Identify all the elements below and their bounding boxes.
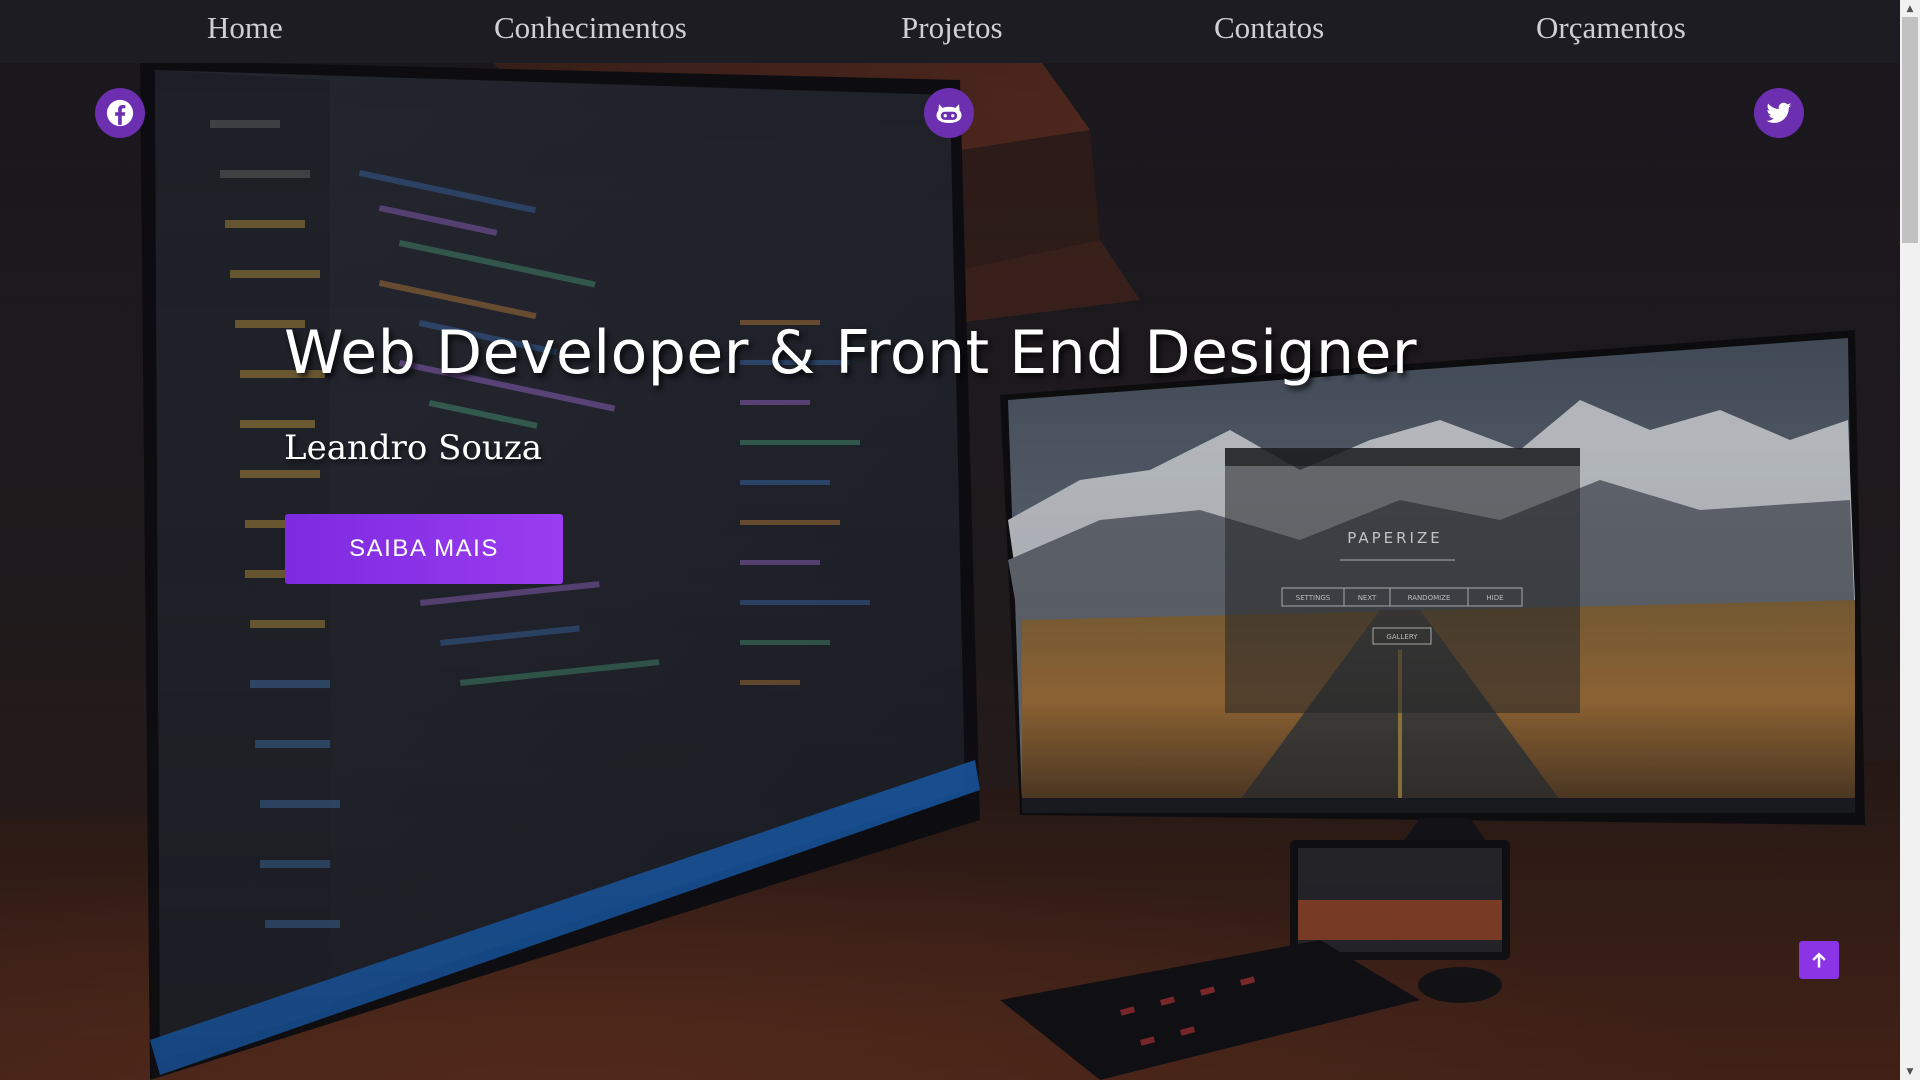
paperize-next: NEXT [1358, 594, 1377, 602]
arrow-up-icon [1812, 952, 1826, 968]
back-to-top-button[interactable] [1799, 941, 1839, 979]
paperize-gallery: GALLERY [1386, 633, 1418, 641]
nav-orcamentos[interactable]: Orçamentos [1536, 10, 1686, 46]
page-viewport: PAPERIZE SETTINGS NEXT RANDOMIZE HIDE GA… [0, 0, 1900, 1080]
twitter-link[interactable] [1754, 88, 1804, 138]
facebook-link[interactable] [95, 88, 145, 138]
saiba-mais-button[interactable]: SAIBA MAIS [285, 514, 563, 584]
github-link[interactable] [924, 88, 974, 138]
facebook-icon [106, 99, 134, 127]
nav-projetos[interactable]: Projetos [901, 10, 1003, 46]
scroll-up-arrow-icon[interactable]: ▲ [1900, 0, 1920, 17]
hero-title: Web Developer & Front End Designer [284, 318, 1418, 388]
paperize-hide: HIDE [1486, 594, 1503, 602]
vertical-scrollbar[interactable]: ▲ ▼ [1900, 0, 1920, 1080]
twitter-icon [1766, 102, 1792, 123]
nav-home[interactable]: Home [207, 10, 283, 46]
scrollbar-thumb[interactable] [1902, 17, 1918, 243]
paperize-title: PAPERIZE [1347, 529, 1442, 547]
scroll-down-arrow-icon[interactable]: ▼ [1900, 1063, 1920, 1080]
github-icon [936, 104, 962, 123]
nav-contatos[interactable]: Contatos [1214, 10, 1324, 46]
hero-subtitle: Leandro Souza [284, 428, 543, 468]
nav-conhecimentos[interactable]: Conhecimentos [494, 10, 687, 46]
paperize-settings: SETTINGS [1296, 594, 1331, 602]
paperize-randomize: RANDOMIZE [1408, 594, 1451, 602]
top-navigation: Home Conhecimentos Projetos Contatos Orç… [0, 0, 1900, 63]
